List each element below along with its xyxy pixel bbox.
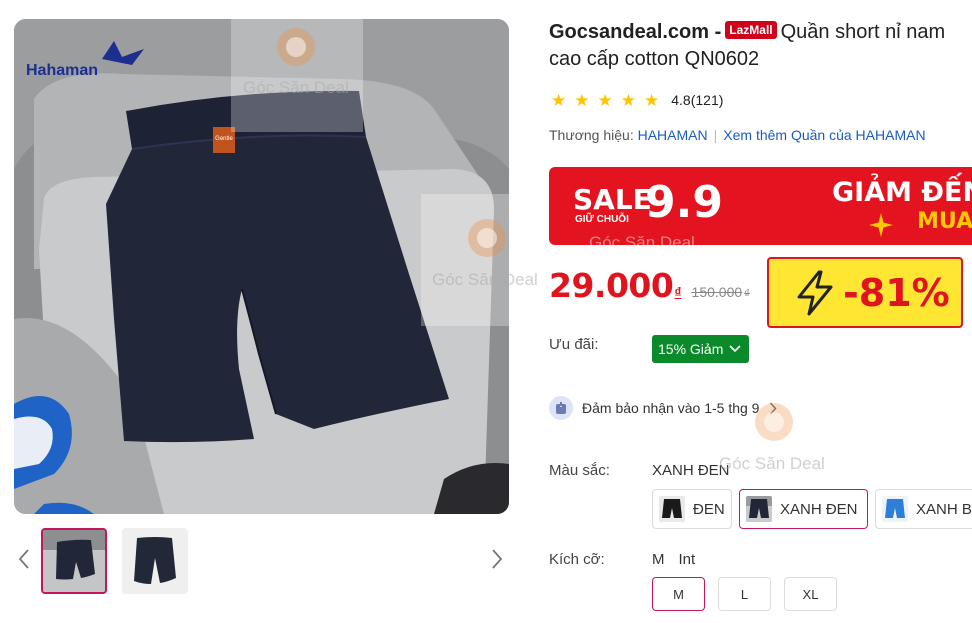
voucher-text: 15% Giảm xyxy=(658,341,724,357)
price-row: 29.000 ₫ 150.000 ₫ xyxy=(549,266,750,305)
color-option-xanh-den[interactable]: XANH ĐEN xyxy=(739,489,868,529)
lightning-icon xyxy=(797,270,833,315)
thumbnail-next-button[interactable] xyxy=(487,544,507,574)
star-icon: ★ xyxy=(597,90,613,110)
color-option-label: ĐEN xyxy=(693,500,725,518)
color-option-label: XANH B xyxy=(916,500,972,518)
size-unit: Int xyxy=(678,551,696,568)
color-label: Màu sắc: xyxy=(549,462,610,479)
chevron-right-icon xyxy=(770,401,777,415)
delivery-icon xyxy=(549,396,573,420)
color-option-den[interactable]: ĐEN xyxy=(652,489,732,529)
delivery-text: Đảm bảo nhận vào 1-5 thg 9 xyxy=(582,400,760,416)
brand-separator: | xyxy=(713,127,718,143)
rating-score: 4.8(121) xyxy=(671,92,724,108)
banner-sale-subtext: GIỮ CHUỖI xyxy=(575,214,629,225)
garment-tag-text: Gentle xyxy=(215,136,233,142)
color-option-label: XANH ĐEN xyxy=(780,500,858,518)
star-icon: ★ xyxy=(620,90,636,110)
product-title-line1: Quần short nỉ nam xyxy=(780,21,946,43)
color-swatch-xanh-b xyxy=(882,496,908,522)
star-icon: ★ xyxy=(574,90,590,110)
star-icon: ★ xyxy=(551,90,567,110)
voucher-dropdown[interactable]: 15% Giảm xyxy=(652,335,750,363)
shop-name: Gocsandeal.com - xyxy=(549,21,722,43)
size-option-xl[interactable]: XL xyxy=(784,577,837,611)
color-swatch-xanh-den xyxy=(746,496,772,522)
product-main-image[interactable]: Gentle Hahaman xyxy=(14,19,509,514)
size-option-m[interactable]: M xyxy=(652,577,705,611)
discount-percent: -81% xyxy=(843,270,950,315)
banner-date-text: 9.9 xyxy=(645,177,723,228)
brand-link[interactable]: HAHAMAN xyxy=(638,127,708,143)
size-option-l[interactable]: L xyxy=(718,577,771,611)
brand-logo-text: Hahaman xyxy=(26,62,98,79)
brand-more-link[interactable]: Xem thêm Quần của HAHAMAN xyxy=(723,127,925,143)
current-price: 29.000 xyxy=(549,266,674,305)
banner-sale-text: SALE xyxy=(573,183,652,216)
thumbnail-1[interactable] xyxy=(41,528,107,594)
color-selected-value: XANH ĐEN xyxy=(652,462,730,479)
size-label: Kích cỡ: xyxy=(549,551,605,568)
offer-label: Ưu đãi: xyxy=(549,336,599,353)
product-title-line2: cao cấp cotton QN0602 xyxy=(549,48,760,70)
rating-stars: ★ ★ ★ ★ ★ xyxy=(551,92,659,109)
watermark-text: Góc Săn Deal xyxy=(719,454,825,473)
sparkle-icon xyxy=(869,213,893,237)
product-rating[interactable]: ★ ★ ★ ★ ★ 4.8(121) xyxy=(551,90,723,110)
thumbnail-2[interactable] xyxy=(122,528,188,594)
size-selected-value: M xyxy=(652,551,665,568)
delivery-guarantee[interactable]: Đảm bảo nhận vào 1-5 thg 9 xyxy=(549,396,777,420)
color-option-xanh-b[interactable]: XANH B xyxy=(875,489,972,529)
product-title: Gocsandeal.com - LazMall Quần short nỉ nam… xyxy=(549,19,972,73)
brand-row: Thương hiệu: HAHAMAN | Xem thêm Quần của H… xyxy=(549,127,926,143)
star-icon: ★ xyxy=(644,90,660,110)
thumbnail-strip xyxy=(14,524,509,600)
chevron-down-icon xyxy=(729,345,741,353)
original-price-currency: ₫ xyxy=(744,288,750,300)
size-selected: M Int xyxy=(652,551,695,568)
current-price-currency: ₫ xyxy=(674,284,682,300)
lazmall-badge: LazMall xyxy=(725,21,777,39)
original-price: 150.000 xyxy=(691,284,743,300)
thumbnail-prev-button[interactable] xyxy=(14,544,34,574)
color-swatch-den xyxy=(659,496,685,522)
brand-label: Thương hiệu: xyxy=(549,127,634,143)
discount-badge: -81% xyxy=(767,257,963,328)
banner-buy-text: MUA xyxy=(917,209,972,234)
banner-discount-text: GIẢM ĐẾN xyxy=(832,177,972,208)
sale-banner[interactable]: SALE GIỮ CHUỖI 9.9 GIẢM ĐẾN MUA xyxy=(549,167,972,245)
